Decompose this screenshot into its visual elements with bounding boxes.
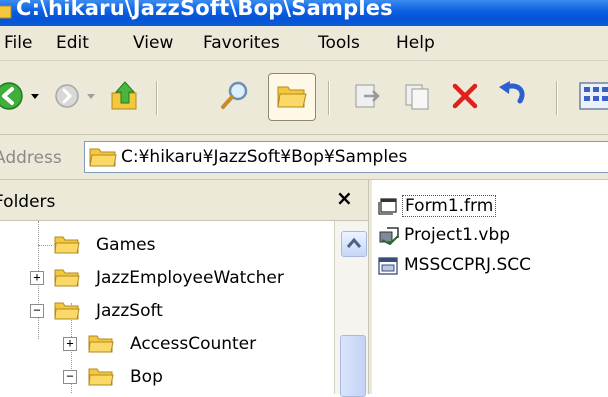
folder-icon (54, 269, 80, 287)
scroll-up-button[interactable] (341, 231, 367, 257)
generic-file-icon (378, 257, 398, 275)
folders-title: Folders (0, 192, 56, 212)
tree-item-label: JazzEmployeeWatcher (96, 268, 284, 288)
menu-tools[interactable]: Tools (318, 33, 360, 53)
folders-icon (277, 86, 307, 108)
tree-item-label: Games (96, 235, 156, 255)
menu-favorites[interactable]: Favorites (203, 33, 280, 53)
tree-item-accesscounter[interactable]: + AccessCounter (0, 332, 334, 358)
folder-icon (89, 148, 117, 167)
tree-item-games[interactable]: Games (0, 233, 334, 259)
menu-view[interactable]: View (133, 33, 173, 53)
menu-bar: File Edit View Favorites Tools Help (0, 26, 608, 61)
back-dropdown-icon[interactable] (30, 93, 40, 101)
tree-item-label: AccessCounter (130, 334, 257, 354)
folder-icon (54, 236, 80, 254)
expand-icon[interactable]: + (30, 271, 44, 285)
tree-item-label: Bop (130, 367, 163, 387)
up-folder-icon[interactable] (108, 79, 142, 113)
folder-icon (88, 368, 114, 386)
undo-icon[interactable] (496, 79, 530, 111)
views-icon[interactable] (578, 81, 608, 111)
folders-pane-header: Folders × (0, 180, 368, 221)
file-name: Form1.frm (402, 195, 497, 217)
file-item-form1[interactable]: Form1.frm (378, 194, 608, 218)
collapse-icon[interactable]: − (30, 304, 44, 318)
close-icon[interactable]: × (336, 186, 353, 210)
folders-scrollbar[interactable] (334, 221, 369, 397)
menu-help[interactable]: Help (396, 33, 435, 53)
tree-item-jazzsoft[interactable]: − JazzSoft (0, 299, 334, 325)
title-bar: C:\hikaru\JazzSoft\Bop\Samples (0, 0, 608, 26)
address-label: Address (0, 148, 62, 168)
folder-icon (88, 335, 114, 353)
address-path: C:¥hikaru¥JazzSoft¥Bop¥Samples (121, 147, 408, 167)
file-list: Form1.frm Project1.vbp MSSCCPRJ.SCC (372, 180, 608, 394)
form-file-icon (378, 198, 397, 215)
back-icon[interactable] (0, 81, 24, 111)
folder-tree: Games + JazzEmployeeWatcher − JazzSoft +… (0, 221, 334, 394)
delete-icon[interactable] (450, 81, 480, 111)
collapse-icon[interactable]: − (63, 370, 77, 384)
chevron-up-icon (346, 237, 362, 248)
scroll-thumb[interactable] (340, 335, 366, 397)
expand-icon[interactable]: + (63, 337, 77, 351)
forward-icon[interactable] (54, 83, 80, 109)
window-title: C:\hikaru\JazzSoft\Bop\Samples (16, 0, 393, 20)
tree-item-bop[interactable]: − Bop (0, 365, 334, 391)
tree-item-label: JazzSoft (96, 301, 163, 321)
tree-item-jazzemployeewatcher[interactable]: + JazzEmployeeWatcher (0, 266, 334, 292)
copy-to-icon[interactable] (402, 81, 432, 111)
menu-edit[interactable]: Edit (56, 33, 89, 53)
menu-file[interactable]: File (4, 33, 32, 53)
address-field[interactable]: C:¥hikaru¥JazzSoft¥Bop¥Samples (84, 141, 608, 173)
file-item-project1[interactable]: Project1.vbp (378, 224, 608, 248)
address-bar: Address C:¥hikaru¥JazzSoft¥Bop¥Samples (0, 135, 608, 180)
search-icon[interactable] (218, 79, 252, 113)
file-item-mssccprj[interactable]: MSSCCPRJ.SCC (378, 254, 608, 278)
forward-dropdown-icon[interactable] (86, 93, 96, 101)
folder-icon (0, 5, 12, 19)
file-name: MSSCCPRJ.SCC (404, 255, 532, 275)
move-to-icon[interactable] (352, 81, 382, 111)
file-name: Project1.vbp (404, 225, 511, 245)
folder-icon (54, 302, 80, 320)
toolbar (0, 61, 608, 135)
vb-project-icon (379, 227, 399, 246)
